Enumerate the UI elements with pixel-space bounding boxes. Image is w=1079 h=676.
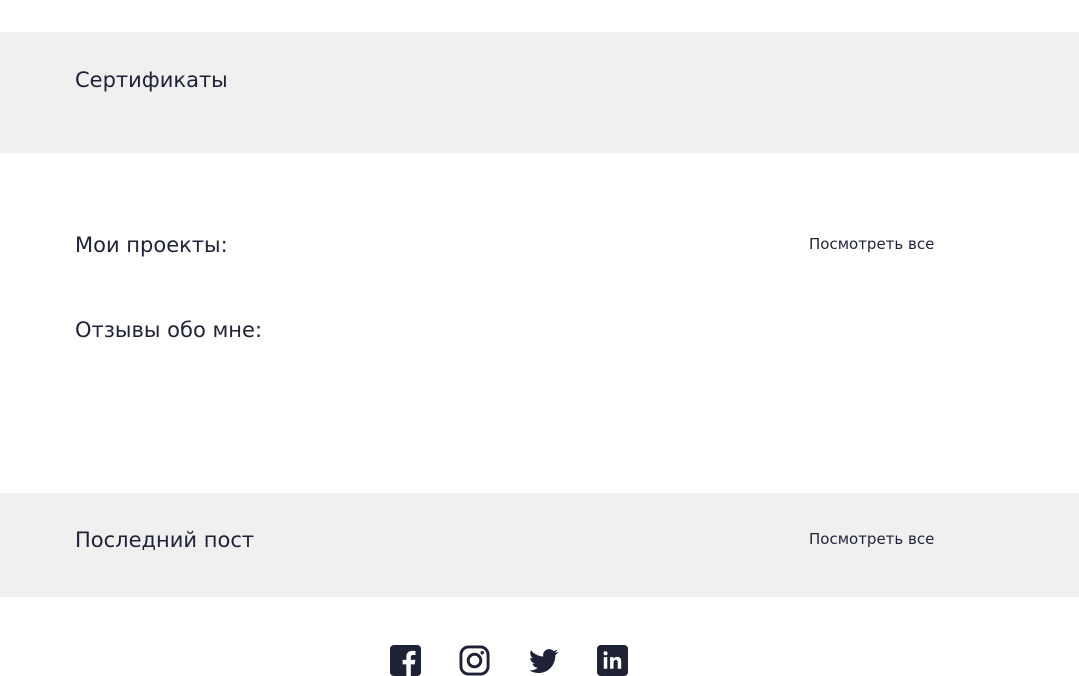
last-post-see-all-link[interactable]: Посмотреть все [809, 532, 934, 547]
linkedin-icon [597, 645, 628, 676]
twitter-link[interactable] [528, 645, 559, 676]
reviews-title: Отзывы обо мне: [75, 318, 263, 342]
certificates-section [0, 32, 1079, 153]
projects-see-all-link[interactable]: Посмотреть все [809, 237, 934, 252]
social-links [390, 645, 628, 676]
facebook-link[interactable] [390, 645, 421, 676]
instagram-link[interactable] [459, 645, 490, 676]
certificates-title: Сертификаты [75, 68, 228, 92]
last-post-title: Последний пост [75, 528, 255, 552]
linkedin-link[interactable] [597, 645, 628, 676]
twitter-icon [529, 649, 559, 673]
instagram-icon [459, 645, 490, 676]
facebook-icon [390, 645, 421, 676]
projects-title: Мои проекты: [75, 233, 228, 257]
